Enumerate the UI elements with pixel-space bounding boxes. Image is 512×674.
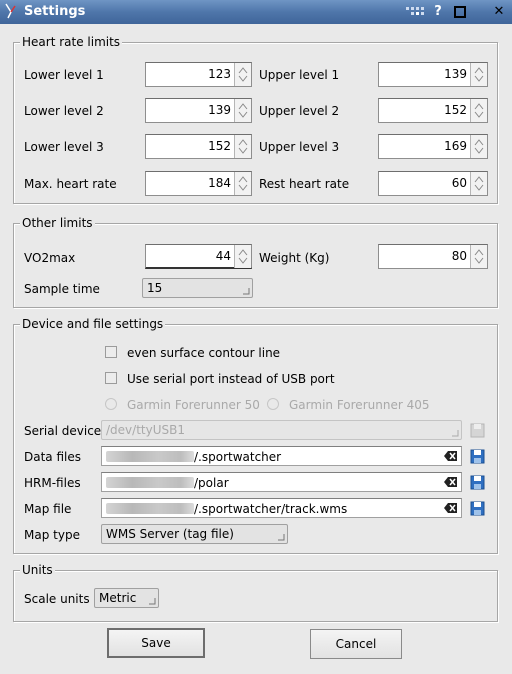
spin-arrows-icon[interactable] [234,172,251,195]
serial-device-combo[interactable]: /dev/ttyUSB1 [101,420,462,440]
data-files-input[interactable]: /.sportwatcher [101,446,462,466]
lower-level-3-value: 152 [208,139,231,153]
forerunner-405-radio[interactable] [267,398,279,410]
on-all-desktops-icon[interactable] [406,5,428,19]
upper-level-2-label: Upper level 2 [259,104,340,118]
title-bar[interactable]: Settings ? ✕ [0,0,512,24]
upper-level-3-label: Upper level 3 [259,140,340,154]
serial-port-label[interactable]: Use serial port instead of USB port [127,372,335,386]
heart-rate-frame-title: Heart rate limits [20,35,123,49]
close-button[interactable]: ✕ [490,3,508,21]
weight-value: 80 [451,249,467,263]
upper-level-3-value: 169 [444,139,467,153]
vo2max-spinbox[interactable]: 44 [145,244,252,269]
rest-heart-rate-spinbox[interactable]: 60 [378,171,488,196]
sample-time-value: 15 [147,281,163,295]
serial-device-save-icon[interactable] [470,423,485,438]
lower-level-1-spinbox[interactable]: 123 [145,62,252,87]
forerunner-405-label[interactable]: Garmin Forerunner 405 [289,398,429,412]
data-files-save-icon[interactable] [470,449,485,464]
combo-arrow-icon [278,534,285,541]
hrm-files-value: /polar [194,476,229,490]
help-button[interactable]: ? [429,3,447,21]
sample-time-label: Sample time [24,282,100,296]
data-files-value: /.sportwatcher [194,450,282,464]
upper-level-1-spinbox[interactable]: 139 [378,62,488,87]
sample-time-combo[interactable]: 15 [142,278,253,298]
clear-icon[interactable] [444,450,458,462]
upper-level-3-spinbox[interactable]: 169 [378,134,488,159]
upper-level-2-value: 152 [444,103,467,117]
upper-level-1-value: 139 [444,67,467,81]
vo2max-value: 44 [215,249,231,263]
scale-units-combo[interactable]: Metric [94,588,159,608]
clear-icon[interactable] [444,476,458,488]
maximize-icon [454,6,466,18]
units-frame-title: Units [20,563,55,577]
spin-arrows-icon[interactable] [234,245,251,268]
clear-icon[interactable] [444,502,458,514]
rest-heart-rate-value: 60 [451,176,467,190]
serial-port-checkbox[interactable] [105,372,117,384]
lower-level-2-label: Lower level 2 [24,104,104,118]
lower-level-2-value: 139 [208,103,231,117]
rest-heart-rate-label: Rest heart rate [259,177,350,191]
map-file-save-icon[interactable] [470,501,485,516]
spin-arrows-icon[interactable] [470,245,487,268]
lower-level-2-spinbox[interactable]: 139 [145,98,252,123]
lower-level-3-spinbox[interactable]: 152 [145,134,252,159]
upper-level-1-label: Upper level 1 [259,68,340,82]
cancel-button[interactable]: Cancel [310,629,402,659]
map-file-input[interactable]: /.sportwatcher/track.wms [101,498,462,518]
spin-arrows-icon[interactable] [470,135,487,158]
scale-units-label: Scale units [24,592,90,606]
window-title: Settings [24,4,86,19]
max-heart-rate-value: 184 [208,176,231,190]
obscured-path [106,451,194,462]
forerunner-50-label[interactable]: Garmin Forerunner 50 [127,398,260,412]
scale-units-value: Metric [99,591,137,605]
spin-arrows-icon[interactable] [234,135,251,158]
hrm-files-input[interactable]: /polar [101,472,462,492]
weight-spinbox[interactable]: 80 [378,244,488,269]
serial-device-label: Serial device [24,424,102,438]
lower-level-1-label: Lower level 1 [24,68,104,82]
map-file-value: /.sportwatcher/track.wms [194,502,348,516]
spin-arrows-icon[interactable] [234,99,251,122]
hrm-files-label: HRM-files [24,476,81,490]
hrm-files-save-icon[interactable] [470,475,485,490]
map-file-label: Map file [24,502,72,516]
vo2max-label: VO2max [24,251,76,265]
spin-arrows-icon[interactable] [470,99,487,122]
other-limits-frame-title: Other limits [20,216,95,230]
lower-level-3-label: Lower level 3 [24,140,104,154]
even-surface-checkbox[interactable] [105,346,117,358]
spin-arrows-icon[interactable] [470,63,487,86]
max-heart-rate-spinbox[interactable]: 184 [145,171,252,196]
weight-label: Weight (Kg) [259,251,330,265]
maximize-button[interactable] [451,3,469,21]
upper-level-2-spinbox[interactable]: 152 [378,98,488,123]
spin-arrows-icon[interactable] [470,172,487,195]
forerunner-50-radio[interactable] [105,398,117,410]
spin-arrows-icon[interactable] [234,63,251,86]
obscured-path [106,503,194,514]
obscured-path [106,477,194,488]
device-frame-title: Device and file settings [20,317,166,331]
map-type-combo[interactable]: WMS Server (tag file) [101,524,288,544]
even-surface-label[interactable]: even surface contour line [127,346,280,360]
combo-arrow-icon [149,598,156,605]
lower-level-1-value: 123 [208,67,231,81]
combo-arrow-icon [452,430,459,437]
map-type-label: Map type [24,528,80,542]
app-icon [5,3,16,19]
data-files-label: Data files [24,450,81,464]
save-button[interactable]: Save [107,628,205,658]
combo-arrow-icon [243,288,250,295]
map-type-value: WMS Server (tag file) [106,527,234,541]
serial-device-value: /dev/ttyUSB1 [106,423,185,437]
max-heart-rate-label: Max. heart rate [24,177,117,191]
